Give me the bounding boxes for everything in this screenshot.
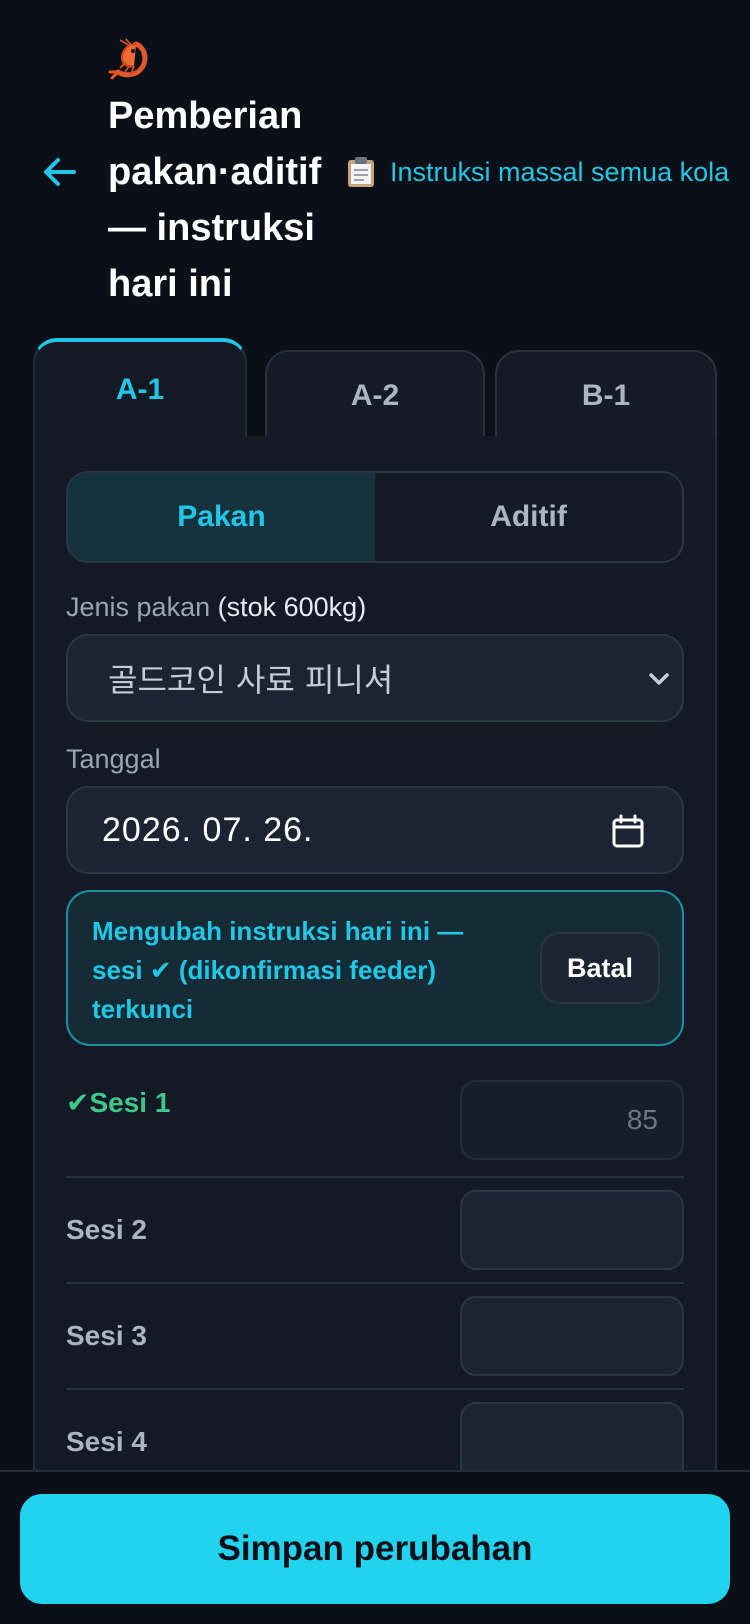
session-label-2: Sesi 2 <box>66 1214 147 1245</box>
session-label-1: ✔Sesi 1 <box>66 1087 171 1118</box>
session-label-4: Sesi 4 <box>66 1426 147 1457</box>
session-row-2: Sesi 2 <box>66 1178 684 1284</box>
segment-pakan[interactable]: Pakan <box>68 473 375 561</box>
session-row-1: ✔Sesi 1 85 <box>66 1080 684 1178</box>
calendar-icon[interactable] <box>612 814 644 848</box>
edit-notice: Mengubah instruksi hari ini — sesi ✔ (di… <box>66 890 684 1046</box>
session-label-3: Sesi 3 <box>66 1320 147 1351</box>
date-label: Tanggal <box>66 744 161 774</box>
tab-b-1[interactable]: B-1 <box>495 350 717 440</box>
page: Pemberian pakan·aditif — instruksi hari … <box>0 0 750 1624</box>
header: Pemberian pakan·aditif — instruksi hari … <box>0 0 750 320</box>
session-row-3: Sesi 3 <box>66 1284 684 1390</box>
cancel-button[interactable]: Batal <box>540 932 660 1004</box>
feed-type-select[interactable]: 골드코인 사료 피니셔 <box>66 634 684 722</box>
mass-instruction-link[interactable]: Instruksi massal semua kola <box>346 152 750 192</box>
chevron-down-icon <box>649 673 669 685</box>
back-arrow-icon[interactable] <box>40 152 80 192</box>
feed-additive-toggle: Pakan Aditif <box>66 471 684 563</box>
tab-a-1[interactable]: A-1 <box>33 338 247 438</box>
feed-type-label-text: Jenis pakan <box>66 592 211 622</box>
mass-instruction-label: Instruksi massal semua kola <box>390 156 730 187</box>
clipboard-icon <box>348 157 374 187</box>
footer-bar: Simpan perubahan <box>0 1470 750 1624</box>
edit-notice-text: Mengubah instruksi hari ini — sesi ✔ (di… <box>92 916 464 1024</box>
save-changes-button[interactable]: Simpan perubahan <box>20 1494 730 1604</box>
feed-type-label: Jenis pakan (stok 600kg) <box>66 592 366 623</box>
session-input-2[interactable] <box>460 1190 684 1270</box>
date-value: 2026. 07. 26. <box>102 810 314 849</box>
date-input[interactable]: 2026. 07. 26. <box>66 786 684 874</box>
segment-aditif[interactable]: Aditif <box>375 473 682 561</box>
page-title: Pemberian pakan·aditif — instruksi hari … <box>108 95 322 305</box>
session-input-1: 85 <box>460 1080 684 1160</box>
feed-stock: (stok 600kg) <box>217 592 367 622</box>
shrimp-logo-icon <box>108 38 148 80</box>
session-input-3[interactable] <box>460 1296 684 1376</box>
tab-a-2[interactable]: A-2 <box>265 350 485 440</box>
feed-type-value: 골드코인 사료 피니셔 <box>108 661 394 699</box>
